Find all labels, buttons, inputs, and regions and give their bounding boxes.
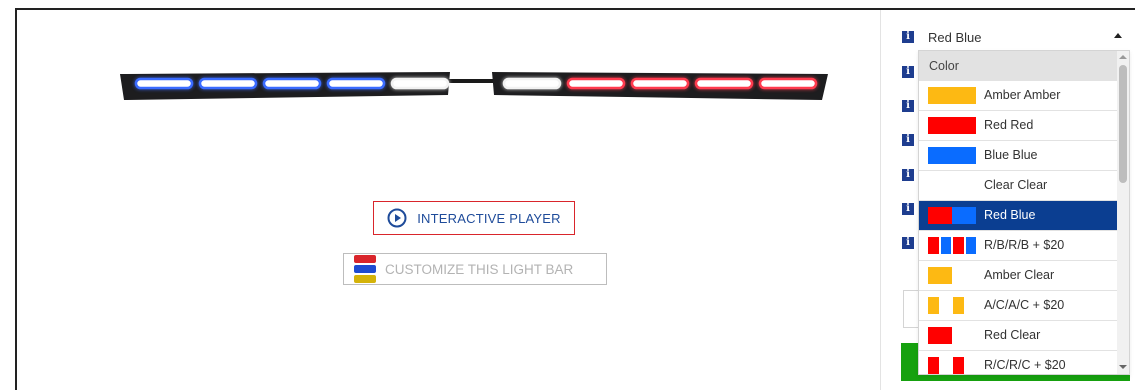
- light-bar-image: [120, 72, 828, 100]
- color-option[interactable]: Red Red: [919, 111, 1129, 141]
- light-segment: [630, 77, 690, 90]
- interactive-player-label: INTERACTIVE PLAYER: [417, 210, 561, 226]
- color-option-label: R/C/R/C + $20: [984, 358, 1066, 372]
- color-swatch: [928, 237, 976, 254]
- light-segment: [198, 77, 258, 90]
- dropdown-header: Color: [919, 51, 1129, 81]
- color-option[interactable]: R/B/R/B + $20: [919, 231, 1129, 261]
- light-segment: [502, 77, 562, 90]
- color-option[interactable]: Amber Clear: [919, 261, 1129, 291]
- color-option[interactable]: R/C/R/C + $20: [919, 351, 1129, 374]
- color-option-label: Red Red: [984, 118, 1034, 132]
- info-icon[interactable]: i: [902, 237, 914, 249]
- customize-light-bar-button[interactable]: CUSTOMIZE THIS LIGHT BAR: [343, 253, 607, 285]
- color-swatch: [928, 117, 976, 134]
- column-divider: [880, 10, 881, 390]
- color-swatch: [928, 267, 976, 284]
- color-swatch: [928, 297, 976, 314]
- dropdown-scrollbar[interactable]: [1117, 51, 1129, 374]
- light-bar-left-segments: [134, 77, 450, 90]
- color-option[interactable]: Clear Clear: [919, 171, 1129, 201]
- light-segment: [390, 77, 450, 90]
- dropdown-header-label: Color: [929, 58, 959, 73]
- color-option-label: Red Clear: [984, 328, 1041, 342]
- caret-up-icon: [1114, 33, 1122, 38]
- light-segment: [262, 77, 322, 90]
- color-swatch: [928, 177, 976, 194]
- light-segment: [326, 77, 386, 90]
- color-option-label: Blue Blue: [984, 148, 1038, 162]
- scroll-up-arrow-icon[interactable]: [1119, 55, 1127, 59]
- frame-top-border: [15, 8, 1135, 10]
- info-icon[interactable]: i: [902, 31, 914, 43]
- color-option-label: Amber Clear: [984, 268, 1055, 282]
- scroll-down-arrow-icon[interactable]: [1119, 365, 1127, 369]
- info-icon[interactable]: i: [902, 134, 914, 146]
- color-option-label: R/B/R/B + $20: [984, 238, 1065, 252]
- color-option-label: Red Blue: [984, 208, 1036, 222]
- light-segment: [134, 77, 194, 90]
- info-icon[interactable]: i: [902, 66, 914, 78]
- color-dropdown-list: Color Amber Amber Red Red Blue Blue Clear C…: [918, 50, 1130, 375]
- color-option[interactable]: Red Blue: [919, 201, 1129, 231]
- color-option[interactable]: Amber Amber: [919, 81, 1129, 111]
- customize-label: CUSTOMIZE THIS LIGHT BAR: [385, 261, 574, 277]
- color-option-label: Clear Clear: [984, 178, 1048, 192]
- light-segment: [758, 77, 818, 90]
- color-option[interactable]: Blue Blue: [919, 141, 1129, 171]
- frame-left-border: [15, 8, 17, 390]
- color-swatch: [928, 327, 976, 344]
- light-segment: [694, 77, 754, 90]
- color-option-label: A/C/A/C + $20: [984, 298, 1065, 312]
- interactive-player-button[interactable]: INTERACTIVE PLAYER: [373, 201, 575, 235]
- color-option-label: Amber Amber: [984, 88, 1061, 102]
- color-swatch: [928, 357, 976, 374]
- color-option[interactable]: Red Clear: [919, 321, 1129, 351]
- color-stack-icon: [353, 254, 377, 284]
- color-select-value: Red Blue: [928, 29, 982, 45]
- light-segment: [566, 77, 626, 90]
- color-swatch: [928, 87, 976, 104]
- scroll-thumb[interactable]: [1119, 65, 1127, 183]
- play-circle-icon: [387, 208, 407, 228]
- color-swatch: [928, 207, 976, 224]
- color-select[interactable]: Red Blue: [918, 24, 1130, 50]
- color-swatch: [928, 147, 976, 164]
- info-icon[interactable]: i: [902, 100, 914, 112]
- light-bar-right-segments: [502, 77, 818, 90]
- color-option[interactable]: A/C/A/C + $20: [919, 291, 1129, 321]
- dropdown-options: Amber Amber Red Red Blue Blue Clear Clear Re…: [919, 81, 1129, 374]
- info-icon[interactable]: i: [902, 203, 914, 215]
- info-icon[interactable]: i: [902, 169, 914, 181]
